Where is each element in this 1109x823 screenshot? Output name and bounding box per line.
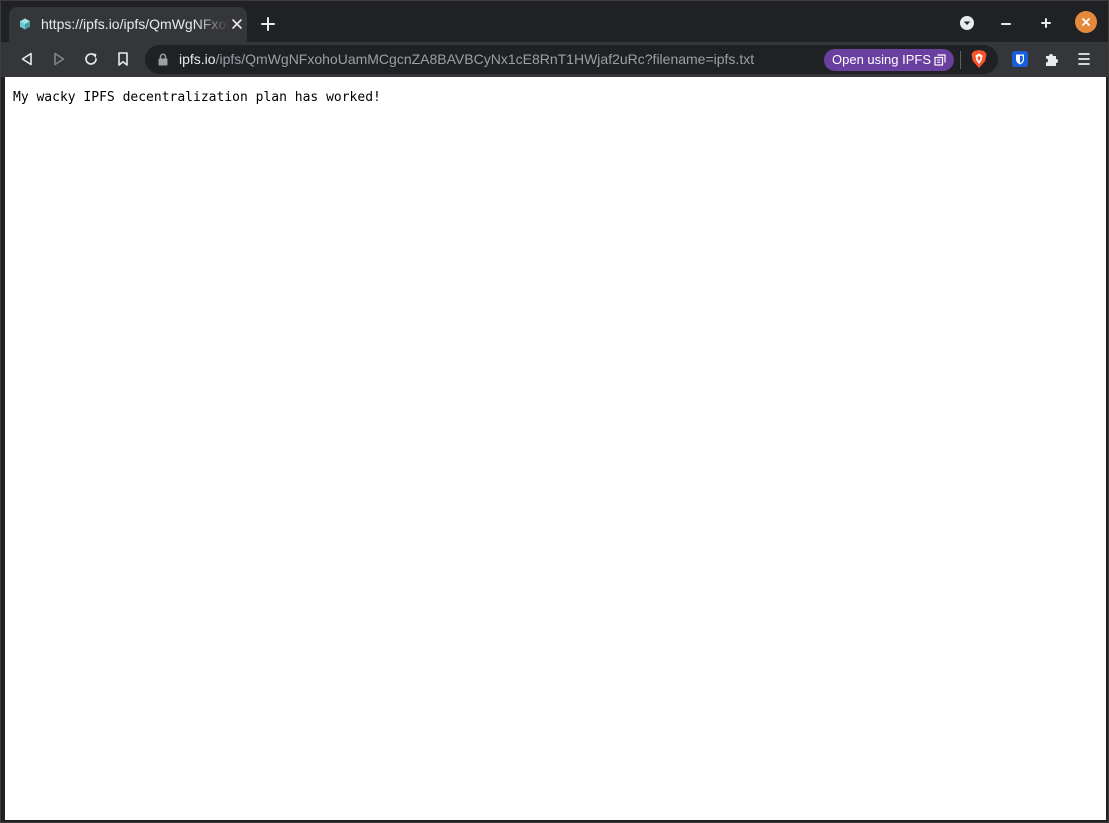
bitwarden-icon[interactable]	[1011, 50, 1029, 68]
page-text: My wacky IPFS decentralization plan has …	[13, 90, 381, 105]
back-arrow-icon	[21, 52, 32, 66]
open-using-ipfs-label: Open using IPFS	[832, 52, 931, 67]
menu-icon[interactable]	[1075, 50, 1093, 68]
chevron-down-icon	[960, 16, 974, 30]
maximize-button[interactable]	[1035, 12, 1057, 34]
address-bar[interactable]: ipfs.io/ipfs/QmWgNFxohoUamMCgcnZA8BAVBCy…	[145, 45, 998, 74]
new-tab-button[interactable]	[259, 15, 277, 33]
close-icon[interactable]	[229, 16, 245, 32]
page-content: My wacky IPFS decentralization plan has …	[5, 77, 1106, 820]
open-using-ipfs-button[interactable]: Open using IPFS	[824, 49, 954, 71]
url-host: ipfs.io	[179, 51, 216, 67]
close-icon	[1082, 18, 1090, 26]
tab-strip: https://ipfs.io/ipfs/QmWgNFxohoUamMCgcnZ…	[1, 1, 1108, 42]
open-external-icon	[934, 54, 946, 66]
plus-icon	[1041, 18, 1051, 28]
bookmark-button[interactable]	[114, 50, 132, 68]
toolbar: ipfs.io/ipfs/QmWgNFxohoUamMCgcnZA8BAVBCy…	[1, 42, 1108, 77]
lock-icon[interactable]	[157, 53, 169, 66]
ipfs-cube-icon	[20, 18, 30, 30]
close-window-button[interactable]	[1075, 11, 1097, 33]
puzzle-icon[interactable]	[1043, 50, 1061, 68]
url-text[interactable]: ipfs.io/ipfs/QmWgNFxohoUamMCgcnZA8BAVBCy…	[179, 51, 754, 67]
reload-button[interactable]	[82, 50, 100, 68]
url-path: /ipfs/QmWgNFxohoUamMCgcnZA8BAVBCyNx1cE8R…	[215, 51, 755, 67]
tab-title: https://ipfs.io/ipfs/QmWgNFxohoUamMCgcnZ…	[41, 16, 229, 32]
minimize-button[interactable]	[995, 12, 1017, 34]
address-bar-divider	[960, 51, 961, 69]
bookmark-icon	[118, 52, 128, 66]
minimize-icon	[1001, 23, 1011, 25]
back-button[interactable]	[18, 50, 36, 68]
tab-active[interactable]: https://ipfs.io/ipfs/QmWgNFxohoUamMCgcnZ…	[9, 7, 247, 42]
browser-window: https://ipfs.io/ipfs/QmWgNFxohoUamMCgcnZ…	[0, 0, 1109, 823]
tab-search-button[interactable]	[956, 12, 978, 34]
brave-shields-icon[interactable]	[970, 49, 988, 69]
forward-arrow-icon	[54, 52, 65, 66]
forward-button[interactable]	[50, 50, 68, 68]
reload-icon	[85, 53, 97, 65]
